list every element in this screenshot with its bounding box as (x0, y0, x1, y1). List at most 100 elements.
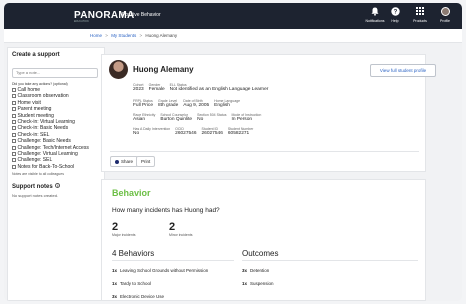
behavior-count: 1x (112, 268, 118, 273)
behavior-row: 1x Leaving School Grounds without Permiss… (112, 268, 208, 273)
breadcrumb-home[interactable]: Home (90, 33, 102, 38)
behavior-label: Leaving School Grounds without Permissio… (120, 268, 209, 273)
help-icon: ? (383, 7, 407, 17)
info-field: Race Ethnicity Asian (133, 113, 155, 122)
info-field-value: No (197, 117, 204, 122)
view-full-profile-button[interactable]: View full student profile (370, 64, 436, 77)
outcomes-header: Outcomes (242, 249, 279, 258)
checkbox[interactable] (12, 158, 16, 163)
info-field-value: Not identified as an English Language Le… (169, 87, 269, 92)
behavior-count: 3x (112, 294, 118, 299)
info-field-value: 26027546 (175, 131, 197, 136)
support-action-label: Notes for Back-To-School (17, 163, 75, 170)
breadcrumb: Home > My Students > Huong Alemany (4, 29, 462, 43)
info-field-value: 60582271 (227, 131, 250, 136)
info-field-value: 2023 (133, 87, 144, 92)
info-field: Student ID 26027546 (202, 127, 223, 136)
info-field: FRPL Status Full Price (133, 99, 153, 108)
student-profile-card: Huong Alemany View full student profile … (101, 54, 436, 172)
info-row: Has A Daily Intervention No OCID 26027546 St… (133, 127, 253, 136)
info-row: FRPL Status Full Price Grade Level 8th grad… (133, 99, 240, 108)
behavior-title: Behavior (112, 188, 151, 198)
svg-text:?: ? (393, 10, 397, 16)
minor-incidents-count: 2 (169, 221, 176, 233)
products-label: Products (413, 19, 427, 23)
checkbox[interactable] (12, 120, 16, 125)
support-action-option[interactable]: Notes for Back-To-School (12, 164, 100, 170)
support-notes-empty: No support notes created. (12, 193, 59, 199)
share-icon (115, 159, 119, 164)
info-row: Cohort 2023 Gender Female ELL Status Not iden… (133, 83, 268, 92)
behavior-row: 3x Electronic Device Use (112, 294, 164, 299)
share-label: Share (121, 159, 134, 164)
print-button[interactable]: Print (136, 156, 156, 167)
create-support-panel: Create a support Did you take any action… (7, 47, 105, 301)
app-title: Positive Behavior (122, 12, 161, 18)
info-field-value: English (214, 103, 230, 108)
checkbox[interactable] (12, 94, 16, 99)
products-nav[interactable]: Products (408, 7, 432, 23)
outcome-label: Suspension (250, 281, 274, 286)
minor-incidents-stat: 2 Minor incidents (169, 221, 193, 238)
breadcrumb-my-students[interactable]: My Students (111, 33, 136, 38)
info-field-value: In Person (231, 117, 253, 122)
breadcrumb-current: Huong Alemany (145, 33, 178, 38)
support-action-list: Call home Classroom observation Home visit… (12, 87, 100, 170)
info-field: OCID 26027546 (175, 127, 196, 136)
info-field: Grade Level 8th grade (158, 99, 178, 108)
behavior-card: Behavior How many incidents has Huong ha… (101, 179, 426, 301)
outcome-row: 1x Suspension (242, 281, 274, 286)
info-field: ELL Status Not identified as an English L… (170, 83, 269, 92)
top-bar: PANORAMA EDUCATION Positive Behavior Not… (4, 3, 462, 29)
checkbox[interactable] (12, 100, 16, 105)
checkbox[interactable] (12, 152, 16, 157)
info-field-value: Female (148, 87, 165, 92)
share-button[interactable]: Share (110, 156, 139, 167)
incidents-question: How many incidents has Huong had? (112, 207, 220, 214)
info-field-value: No (133, 131, 140, 136)
breadcrumb-separator: > (139, 33, 143, 38)
checkbox[interactable] (12, 107, 16, 112)
major-incidents-stat: 2 Major incidents (112, 221, 136, 238)
info-field-value: 8th grade (158, 103, 179, 108)
checkbox[interactable] (12, 145, 16, 150)
support-note-input[interactable] (12, 67, 98, 78)
divider (242, 260, 418, 261)
checkbox[interactable] (12, 139, 16, 144)
checkbox[interactable] (12, 88, 16, 92)
grid-icon (408, 7, 432, 17)
major-incidents-count: 2 (112, 221, 119, 233)
behaviors-header: 4 Behaviors (112, 249, 155, 258)
info-icon[interactable]: i (55, 183, 61, 189)
info-field: Date of Birth Aug 9, 2005 (183, 99, 209, 108)
info-field: Mode of Instruction In Person (232, 113, 262, 122)
help-nav[interactable]: ? Help (383, 7, 407, 23)
info-field-value: Burton Quinlite (160, 117, 193, 122)
app-window: PANORAMA EDUCATION Positive Behavior Not… (4, 3, 462, 301)
info-field: Student Number 60582271 (228, 127, 254, 136)
student-avatar (109, 60, 128, 79)
checkbox[interactable] (12, 113, 16, 118)
create-support-title: Create a support (12, 52, 60, 58)
info-field: Section 504 Status No (197, 113, 226, 122)
avatar-icon (440, 7, 450, 16)
outcome-label: Detention (250, 268, 270, 273)
outcome-count: 3x (242, 268, 248, 273)
minor-incidents-label: Minor incidents (169, 233, 193, 237)
profile-nav[interactable]: Profile (433, 7, 457, 23)
divider (110, 151, 419, 152)
panorama-logo-sub: EDUCATION (74, 20, 89, 23)
support-notes-title: Support notes (12, 184, 53, 191)
checkbox[interactable] (12, 132, 16, 137)
actions-question: Did you take any actions? (optional) (12, 82, 68, 86)
behavior-row: 1x Tardy to School (112, 281, 151, 286)
info-field: Has A Daily Intervention No (133, 127, 170, 136)
info-field-value: 26027546 (201, 131, 223, 136)
info-field: School Counselor Burton Quinlite (160, 113, 192, 122)
support-notes-heading: Support notes i (12, 183, 100, 190)
behavior-label: Electronic Device Use (120, 294, 165, 299)
checkbox[interactable] (12, 164, 16, 169)
info-field-value: Full Price (133, 103, 153, 108)
checkbox[interactable] (12, 126, 16, 131)
info-field-value: Asian (133, 117, 145, 122)
